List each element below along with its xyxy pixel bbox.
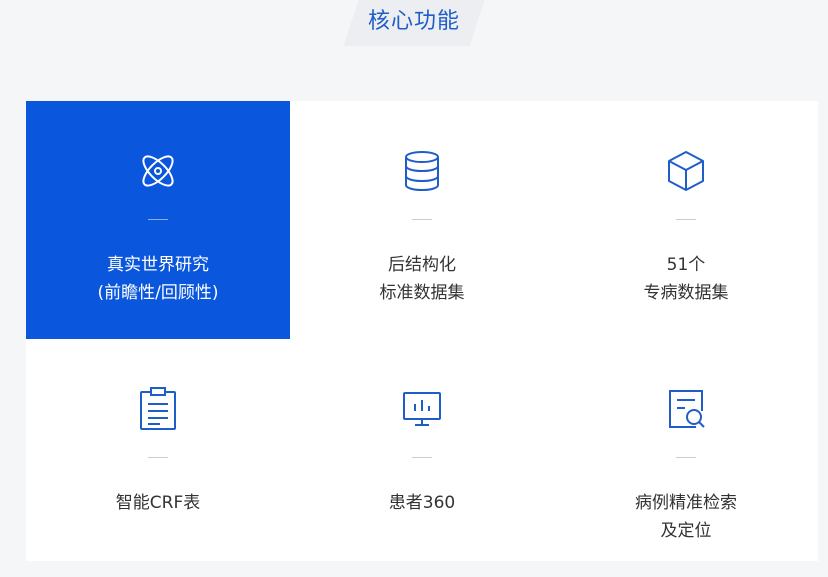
database-icon bbox=[402, 149, 442, 193]
section-header: 核心功能 bbox=[0, 0, 828, 60]
feature-card-disease-datasets[interactable]: 51个 专病数据集 bbox=[554, 101, 818, 339]
feature-label-line1: 后结构化 bbox=[388, 255, 456, 275]
feature-label: 智能CRF表 bbox=[26, 489, 290, 517]
document-search-icon bbox=[666, 387, 706, 431]
feature-card-case-search[interactable]: 病例精准检索 及定位 bbox=[554, 339, 818, 577]
feature-label: 患者360 bbox=[290, 489, 554, 517]
feature-label-line2: 专病数据集 bbox=[643, 283, 729, 303]
feature-label-line2: (前瞻性/回顾性) bbox=[97, 283, 219, 303]
feature-grid: 真实世界研究 (前瞻性/回顾性) 后结构化 标准数据集 51个 专病数据集 智能… bbox=[26, 101, 818, 561]
clipboard-icon bbox=[138, 387, 178, 431]
feature-label: 后结构化 标准数据集 bbox=[290, 251, 554, 307]
atom-icon bbox=[138, 149, 178, 193]
feature-card-structured-dataset[interactable]: 后结构化 标准数据集 bbox=[290, 101, 554, 339]
feature-label-line2: 及定位 bbox=[660, 521, 712, 541]
feature-label: 51个 专病数据集 bbox=[554, 251, 818, 307]
feature-label: 病例精准检索 及定位 bbox=[554, 489, 818, 545]
card-divider bbox=[412, 457, 432, 458]
card-divider bbox=[676, 457, 696, 458]
feature-label-line1: 51个 bbox=[666, 255, 706, 275]
card-divider bbox=[676, 219, 696, 220]
card-divider bbox=[412, 219, 432, 220]
card-divider bbox=[148, 219, 168, 220]
feature-label-line1: 真实世界研究 bbox=[107, 255, 209, 275]
feature-label-line1: 病例精准检索 bbox=[635, 493, 737, 513]
card-divider bbox=[148, 457, 168, 458]
cube-icon bbox=[666, 149, 706, 193]
feature-card-patient-360[interactable]: 患者360 bbox=[290, 339, 554, 577]
feature-card-smart-crf[interactable]: 智能CRF表 bbox=[26, 339, 290, 577]
monitor-chart-icon bbox=[402, 387, 442, 431]
feature-label: 真实世界研究 (前瞻性/回顾性) bbox=[26, 251, 290, 307]
feature-label-line1: 智能CRF表 bbox=[115, 493, 201, 513]
feature-card-real-world-research[interactable]: 真实世界研究 (前瞻性/回顾性) bbox=[26, 101, 290, 339]
section-title: 核心功能 bbox=[367, 9, 460, 34]
feature-label-line2: 标准数据集 bbox=[379, 283, 465, 303]
feature-label-line1: 患者360 bbox=[388, 493, 456, 513]
